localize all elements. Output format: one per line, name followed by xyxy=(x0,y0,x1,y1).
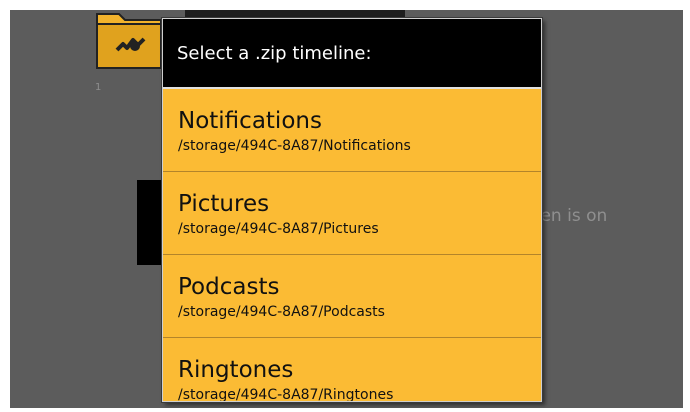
option-title: Ringtones xyxy=(178,357,294,383)
option-path: /storage/494C-8A87/Ringtones xyxy=(178,387,394,402)
option-title: Notifications xyxy=(178,108,322,134)
option-ringtones[interactable]: Ringtones /storage/494C-8A87/Ringtones xyxy=(163,338,541,402)
option-podcasts[interactable]: Podcasts /storage/494C-8A87/Podcasts xyxy=(163,255,541,338)
folder-label: 1 xyxy=(95,82,102,93)
dialog-title: Select a .zip timeline: xyxy=(163,19,541,89)
folder-gear-icon[interactable] xyxy=(95,10,165,72)
select-timeline-dialog: Select a .zip timeline: Notifications /s… xyxy=(162,18,542,402)
option-path: /storage/494C-8A87/Pictures xyxy=(178,221,379,237)
option-path: /storage/494C-8A87/Notifications xyxy=(178,138,411,154)
app-screen: 1 een is on Select a .zip timeline: Noti… xyxy=(10,10,683,408)
option-pictures[interactable]: Pictures /storage/494C-8A87/Pictures xyxy=(163,172,541,255)
option-title: Pictures xyxy=(178,191,270,217)
option-notifications[interactable]: Notifications /storage/494C-8A87/Notific… xyxy=(163,89,541,172)
option-title: Podcasts xyxy=(178,274,280,300)
option-path: /storage/494C-8A87/Podcasts xyxy=(178,304,385,320)
